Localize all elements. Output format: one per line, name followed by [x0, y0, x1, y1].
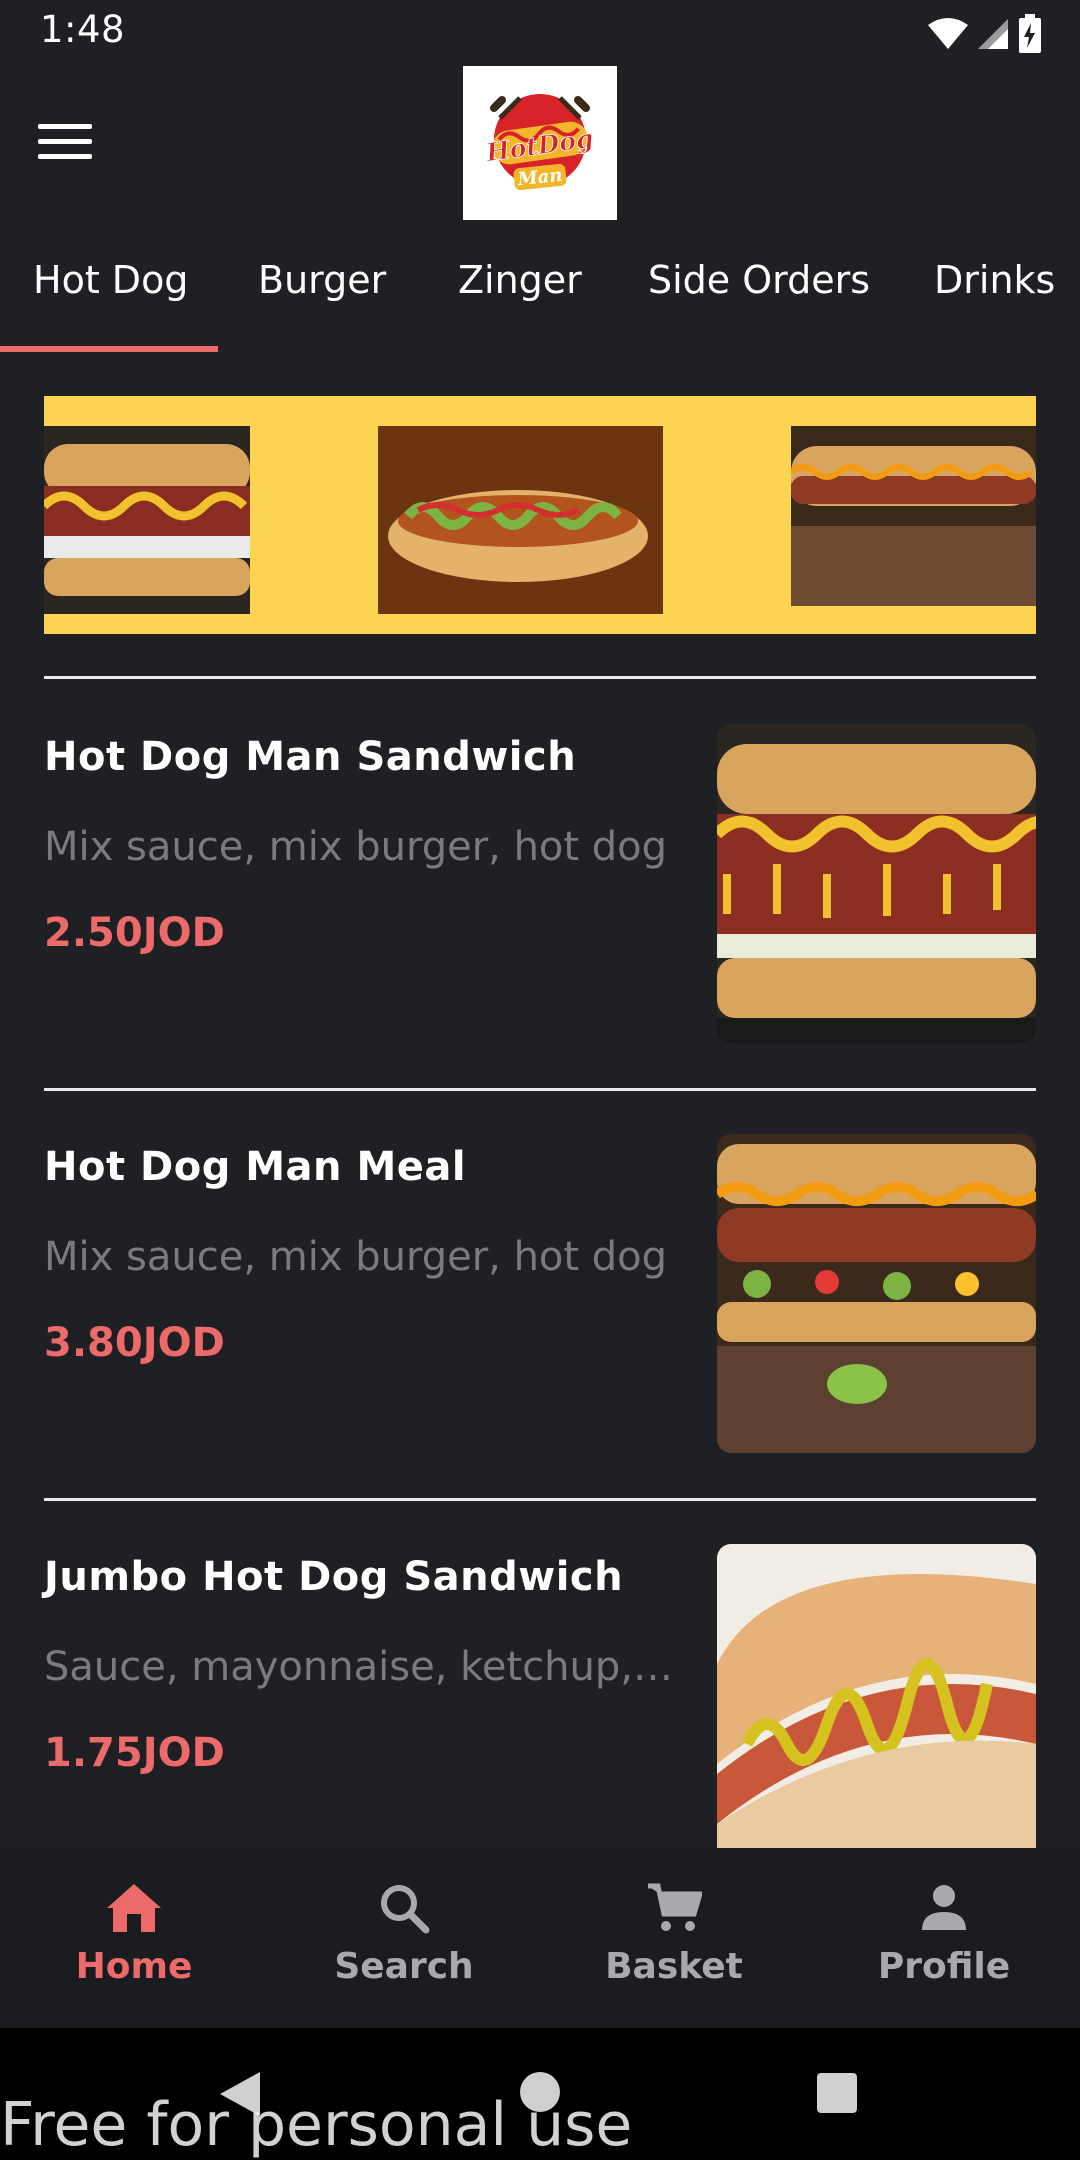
product-image [717, 724, 1036, 1043]
tab-side-orders[interactable]: Side Orders [648, 258, 870, 302]
divider [44, 676, 1036, 679]
tab-hot-dog[interactable]: Hot Dog [33, 258, 188, 302]
nav-label-profile: Profile [877, 1946, 1011, 1987]
status-bar: 1:48 [0, 0, 1080, 66]
signal-icon [978, 19, 1008, 49]
menu-content[interactable]: Hot Dog Man Sandwich Mix sauce, mix burg… [0, 352, 1080, 1848]
product-description: Sauce, mayonnaise, ketchup, … [44, 1644, 684, 1690]
divider [44, 1088, 1036, 1091]
watermark: Free for personal use [0, 2090, 633, 2160]
category-tabs: Hot Dog Burger Zinger Side Orders Drinks [0, 220, 1080, 352]
tab-zinger[interactable]: Zinger [458, 258, 582, 302]
wifi-icon [928, 18, 968, 49]
product-price: 3.80JOD [44, 1320, 225, 1366]
status-icons [928, 12, 1042, 56]
product-name: Jumbo Hot Dog Sandwich [44, 1554, 624, 1600]
banner-image-3 [791, 426, 1036, 606]
nav-label-basket: Basket [605, 1946, 743, 1987]
menu-icon[interactable] [38, 124, 92, 164]
logo: HotDog Man [463, 66, 617, 220]
nav-label-home: Home [75, 1946, 193, 1987]
person-icon [922, 1885, 966, 1930]
cart-icon [648, 1883, 704, 1931]
bottom-navigation: Home Search Basket Profile [0, 1848, 1080, 2028]
divider [44, 1498, 1036, 1501]
status-time: 1:48 [40, 8, 126, 51]
product-card[interactable]: Hot Dog Man Meal Mix sauce, mix burger, … [44, 1134, 1036, 1454]
banner-image-2 [378, 426, 663, 614]
promo-banner[interactable] [44, 396, 1036, 634]
product-name: Hot Dog Man Sandwich [44, 734, 577, 780]
search-icon [381, 1885, 430, 1934]
svg-text:Man: Man [516, 165, 564, 191]
product-card[interactable]: Hot Dog Man Sandwich Mix sauce, mix burg… [44, 724, 1036, 1044]
nav-label-search: Search [334, 1946, 474, 1987]
tab-burger[interactable]: Burger [258, 258, 386, 302]
battery-icon [1019, 14, 1041, 53]
app-header: HotDog Man [0, 66, 1080, 220]
product-name: Hot Dog Man Meal [44, 1144, 467, 1190]
product-image [717, 1134, 1036, 1453]
nav-profile[interactable]: Profile [844, 1882, 1044, 1987]
product-description: Mix sauce, mix burger, hot dog [44, 824, 668, 870]
product-card[interactable]: Jumbo Hot Dog Sandwich Sauce, mayonnaise… [44, 1544, 1036, 1848]
product-description: Mix sauce, mix burger, hot dog [44, 1234, 668, 1280]
hotdog-man-logo: HotDog Man [483, 94, 595, 191]
tab-drinks[interactable]: Drinks [934, 258, 1055, 302]
home-icon [107, 1884, 161, 1932]
banner-image-1 [44, 426, 250, 614]
product-price: 1.75JOD [44, 1730, 225, 1776]
nav-home[interactable]: Home [34, 1882, 234, 1987]
recents-icon[interactable] [816, 2072, 858, 2114]
product-price: 2.50JOD [44, 910, 225, 956]
nav-search[interactable]: Search [304, 1882, 504, 1987]
product-image [717, 1544, 1036, 1848]
nav-basket[interactable]: Basket [574, 1882, 774, 1987]
